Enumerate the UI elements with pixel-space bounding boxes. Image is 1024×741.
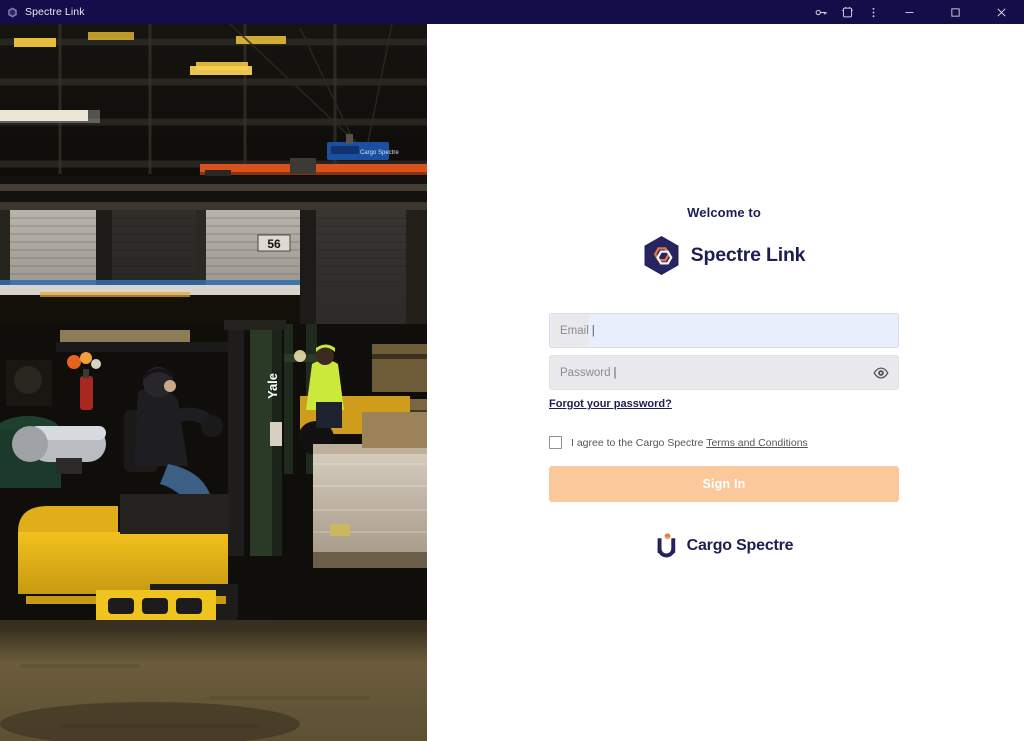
- window-title: Spectre Link: [25, 6, 85, 18]
- titlebar-controls: [808, 0, 1024, 24]
- terms-and-conditions-link[interactable]: Terms and Conditions: [706, 437, 808, 449]
- password-field[interactable]: Password |: [549, 355, 899, 390]
- close-icon[interactable]: [978, 0, 1024, 24]
- email-caret: |: [591, 324, 595, 337]
- product-brand: Spectre Link: [549, 235, 899, 276]
- app-content: Cargo Spectre 56 Yale Welcome to Spectre…: [0, 24, 1024, 741]
- email-placeholder: Email |: [560, 324, 595, 337]
- terms-agreement-text: I agree to the Cargo Spectre Terms and C…: [571, 436, 808, 449]
- sign-in-button[interactable]: Sign In: [549, 466, 899, 502]
- cargo-spectre-footer-brand: Cargo Spectre: [549, 533, 899, 558]
- forgot-password-link[interactable]: Forgot your password?: [549, 398, 672, 410]
- svg-text:56: 56: [267, 237, 281, 251]
- cargo-spectre-logo-icon: [655, 533, 678, 558]
- spectre-link-app-icon: [7, 7, 18, 18]
- maximize-icon[interactable]: [932, 0, 978, 24]
- key-icon[interactable]: [808, 0, 834, 24]
- password-caret: |: [613, 366, 617, 379]
- login-panel: Welcome to Spectre Link Email | Password…: [427, 24, 1024, 741]
- password-placeholder: Password |: [560, 366, 617, 379]
- terms-checkbox[interactable]: [549, 436, 562, 449]
- more-options-icon[interactable]: [860, 0, 886, 24]
- cast-device-icon[interactable]: [834, 0, 860, 24]
- product-name: Spectre Link: [690, 244, 806, 266]
- titlebar-left: Spectre Link: [0, 6, 85, 18]
- hero-warehouse-photo: Cargo Spectre 56 Yale: [0, 24, 427, 741]
- welcome-heading: Welcome to: [687, 205, 761, 220]
- spectre-link-logo-icon: [643, 235, 680, 276]
- svg-text:Cargo Spectre: Cargo Spectre: [360, 150, 399, 156]
- minimize-icon[interactable]: [886, 0, 932, 24]
- login-form: Welcome to Spectre Link Email | Password…: [549, 205, 899, 558]
- terms-agreement-row: I agree to the Cargo Spectre Terms and C…: [549, 436, 899, 449]
- email-field[interactable]: Email |: [549, 313, 899, 348]
- cargo-spectre-name: Cargo Spectre: [686, 536, 794, 554]
- eye-icon[interactable]: [873, 365, 889, 381]
- svg-text:Yale: Yale: [265, 373, 280, 399]
- window-titlebar: Spectre Link: [0, 0, 1024, 24]
